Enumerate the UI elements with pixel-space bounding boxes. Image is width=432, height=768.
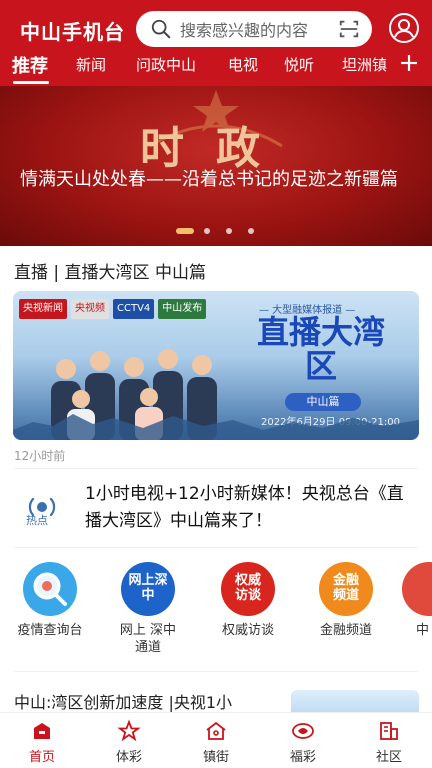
search-bar[interactable]: 搜索感兴趣的内容 — [136, 11, 372, 47]
carousel-dot[interactable] — [226, 228, 232, 234]
community-icon — [380, 722, 398, 740]
tab-tanzhou[interactable]: 坦洲镇 — [342, 54, 387, 75]
logo-cctv-news: 央视新闻 — [19, 299, 67, 319]
tab-wenzheng[interactable]: 问政中山 — [136, 54, 196, 75]
nav-home[interactable]: 首页 — [12, 719, 72, 765]
channel-tabs: 推荐 新闻 问政中山 电视 悦听 坦洲镇 — [0, 50, 432, 86]
interview-icon: 权威访谈 — [221, 562, 275, 616]
partial-channel-icon — [402, 562, 432, 616]
logo-cctv-video: 央视频 — [71, 299, 109, 319]
nav-label: 福彩 — [289, 750, 316, 765]
live-card-time: 12小时前 — [14, 449, 66, 463]
interview-art: 权威访谈 — [234, 573, 261, 603]
nav-welfare-lottery[interactable]: 福彩 — [273, 719, 333, 765]
epidemic-search-icon — [23, 562, 77, 616]
quick-link-finance[interactable]: 金融频道 金融频道 — [307, 562, 385, 639]
nav-label: 社区 — [375, 750, 402, 765]
welfare-icon — [292, 723, 314, 739]
active-tab-indicator — [13, 81, 49, 84]
nav-towns[interactable]: 镇街 — [186, 719, 246, 765]
divider — [14, 468, 418, 469]
add-channel-icon[interactable] — [398, 52, 420, 74]
carousel-dot[interactable] — [204, 228, 210, 234]
hotspot-label: 热点 — [26, 514, 48, 527]
app-brand-title: 中山手机台 — [20, 20, 125, 44]
carousel-dot[interactable] — [248, 228, 254, 234]
nav-label: 镇街 — [202, 750, 229, 765]
banner-headline: 情满天山处处春——沿着总书记的足迹之新疆篇 — [20, 169, 398, 190]
search-placeholder: 搜索感兴趣的内容 — [180, 21, 309, 40]
house-icon — [206, 721, 226, 740]
tab-recommend[interactable]: 推荐 — [12, 52, 48, 78]
logo-cctv4: CCTV4 — [113, 299, 155, 319]
app-header: 中山手机台 搜索感兴趣的内容 推荐 新闻 问政中山 电视 悦听 坦洲镇 — [0, 0, 432, 86]
tab-news[interactable]: 新闻 — [76, 54, 106, 75]
carousel-dot-active[interactable] — [176, 228, 194, 234]
tab-audio[interactable]: 悦听 — [284, 54, 314, 75]
nav-label: 首页 — [28, 750, 55, 765]
quick-link-interview[interactable]: 权威访谈 权威访谈 — [209, 562, 287, 639]
home-icon — [34, 723, 50, 739]
divider — [14, 547, 418, 548]
quick-link-epidemic[interactable]: 疫情查询台 — [11, 562, 89, 639]
search-icon — [151, 19, 171, 39]
finance-channel-icon: 金融频道 — [319, 562, 373, 616]
city-skyline-illustration — [13, 414, 419, 440]
quick-link-shenzhong[interactable]: 网上深中 网上 深中通道 — [109, 562, 187, 656]
finance-channel-art: 金融频道 — [332, 573, 359, 603]
quick-link-label: 权威访谈 — [221, 623, 274, 638]
quick-link-label: 网上 深中通道 — [119, 623, 177, 655]
nav-label: 体彩 — [115, 750, 142, 765]
divider — [14, 671, 418, 672]
news-banner[interactable]: 时政 情满天山处处春——沿着总书记的足迹之新疆篇 — [0, 86, 432, 246]
hotspot-headline[interactable]: 1小时电视+12小时新媒体！央视总台《直播大湾区》中山篇来了！ — [85, 481, 417, 535]
live-poster-image[interactable]: 央视新闻 央视频 CCTV4 中山发布 — 大型融媒体报道 — 直播大湾区 中山… — [13, 291, 419, 440]
broadcaster-logos: 央视新闻 央视频 CCTV4 中山发布 — [19, 299, 207, 319]
star-icon — [117, 719, 141, 742]
scan-icon[interactable] — [338, 18, 360, 40]
tab-tv[interactable]: 电视 — [228, 54, 258, 75]
bottom-navigation: 首页 体彩 镇街 福彩 社区 — [0, 712, 432, 768]
shenzhong-channel-icon: 网上深中 — [121, 562, 175, 616]
nav-sports-lottery[interactable]: 体彩 — [99, 719, 159, 765]
user-icon[interactable] — [388, 12, 420, 44]
news-item-title[interactable]: 中山:湾区创新加速度 |央视1小 — [14, 689, 284, 713]
quick-link-label: 金融频道 — [319, 623, 372, 638]
nav-community[interactable]: 社区 — [359, 719, 419, 765]
poster-live-logo: 直播大湾区 — [256, 313, 385, 385]
logo-zhongshan: 中山发布 — [158, 299, 207, 319]
shenzhong-channel-art: 网上深中 — [128, 573, 168, 603]
quick-link-label: 中 — [416, 623, 430, 638]
quick-link-partial[interactable]: 中 — [402, 562, 432, 639]
quick-link-label: 疫情查询台 — [17, 623, 83, 638]
live-card-title[interactable]: 直播 | 直播大湾区 中山篇 — [14, 258, 206, 283]
